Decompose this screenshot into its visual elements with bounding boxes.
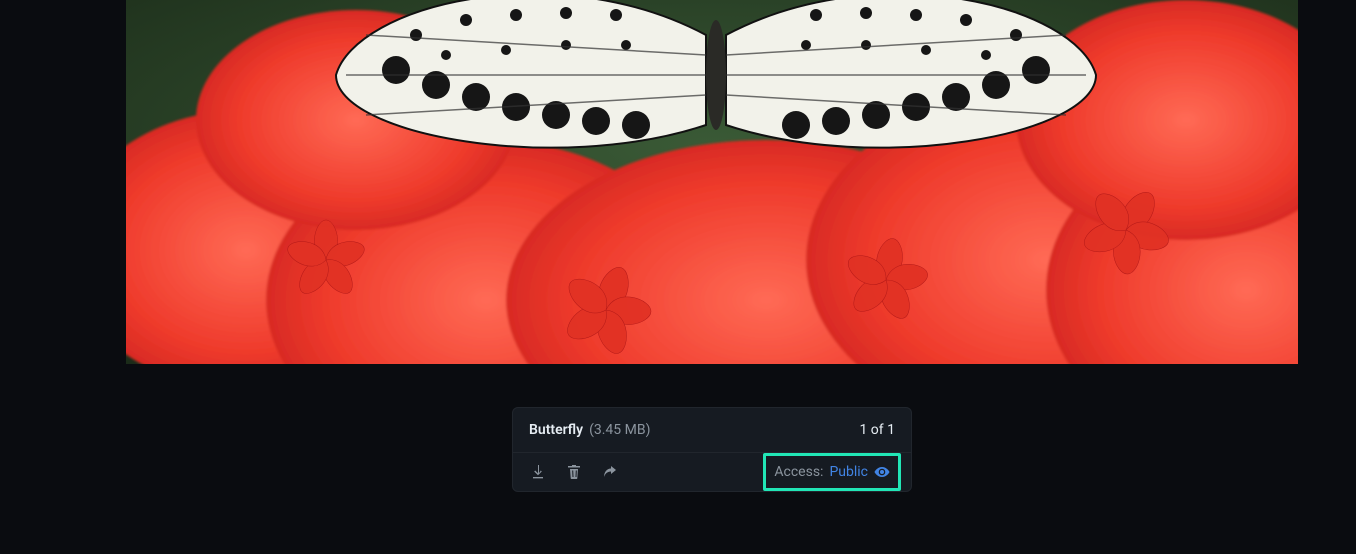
eye-icon bbox=[874, 464, 890, 480]
access-control[interactable]: Access: Public bbox=[763, 453, 901, 491]
file-actions-row: Access: Public bbox=[513, 453, 911, 491]
file-info-panel: Butterfly (3.45 MB) 1 of 1 Access: Publi… bbox=[512, 407, 912, 492]
access-label: Access: bbox=[774, 464, 823, 480]
file-size: (3.45 MB) bbox=[589, 422, 650, 438]
butterfly-photo bbox=[126, 0, 1298, 364]
download-icon bbox=[530, 464, 546, 480]
share-button[interactable] bbox=[595, 457, 625, 487]
trash-icon bbox=[566, 464, 582, 480]
download-button[interactable] bbox=[523, 457, 553, 487]
share-icon bbox=[602, 464, 618, 480]
file-info-header: Butterfly (3.45 MB) 1 of 1 bbox=[513, 408, 911, 452]
file-position: 1 of 1 bbox=[859, 422, 895, 438]
access-value[interactable]: Public bbox=[829, 464, 868, 480]
delete-button[interactable] bbox=[559, 457, 589, 487]
file-title: Butterfly bbox=[529, 422, 583, 438]
image-preview[interactable] bbox=[126, 0, 1298, 364]
